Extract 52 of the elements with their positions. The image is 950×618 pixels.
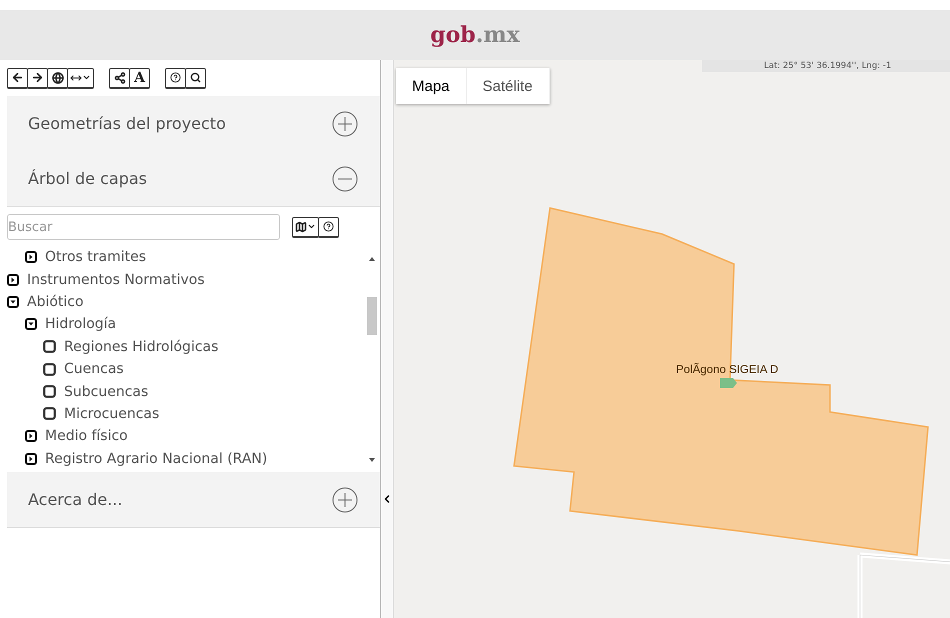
layer-tree-item[interactable]: Abiótico xyxy=(27,294,84,310)
panel-title: Acerca de... xyxy=(28,490,122,509)
expand-icon[interactable] xyxy=(25,430,37,442)
expand-icon[interactable] xyxy=(25,452,37,465)
layer-tree-item[interactable]: Registro Agrario Nacional (RAN) xyxy=(45,450,268,467)
layer-tree-item[interactable]: Microcuencas xyxy=(64,406,160,422)
arrow-right-icon xyxy=(31,71,44,84)
layer-tree-item[interactable]: Cuencas xyxy=(64,361,124,378)
collapse-icon[interactable] xyxy=(25,318,37,330)
expand-icon[interactable] xyxy=(7,274,19,286)
checkbox[interactable] xyxy=(43,340,56,354)
layer-tree-item[interactable]: Otros tramites xyxy=(45,249,146,266)
layer-tree-item[interactable]: Medio físico xyxy=(45,428,128,444)
collapse-icon[interactable] xyxy=(7,296,19,308)
caret-icon xyxy=(82,73,91,82)
panel-title: Geometrías del proyecto xyxy=(28,114,226,133)
marker-icon[interactable] xyxy=(720,378,737,388)
globe-icon xyxy=(52,72,64,84)
logo: gob.mx xyxy=(430,22,520,48)
panel-title: Árbol de capas xyxy=(28,169,147,188)
map-type-tab[interactable]: Mapa xyxy=(396,68,467,104)
forward-button[interactable] xyxy=(27,68,48,88)
font-button[interactable]: A xyxy=(129,68,150,88)
coordinates-text: Lat: 25° 53' 36.1994'', Lng: -1 xyxy=(764,61,892,71)
checkbox[interactable] xyxy=(43,362,56,376)
back-button[interactable] xyxy=(7,68,28,88)
search-button[interactable] xyxy=(185,68,206,88)
accordion-header[interactable]: Árbol de capas xyxy=(7,151,380,207)
help-icon xyxy=(323,221,334,232)
accordion-header[interactable]: Geometrías del proyecto xyxy=(7,96,380,151)
layer-tree-item[interactable]: Regiones Hidrológicas xyxy=(64,338,218,355)
search-field[interactable]: Buscar xyxy=(7,214,280,240)
expand-icon[interactable] xyxy=(25,251,37,264)
layer-tree-item[interactable]: Subcuencas xyxy=(64,384,148,400)
help-button[interactable] xyxy=(165,68,186,88)
share-button[interactable] xyxy=(109,68,130,88)
layer-tree-item[interactable]: Instrumentos Normativos xyxy=(27,272,205,288)
map-type-tab[interactable]: Satélite xyxy=(466,68,550,104)
accordion-header[interactable]: Acerca de... xyxy=(7,472,380,528)
checkbox[interactable] xyxy=(43,385,56,398)
help-icon xyxy=(170,72,181,83)
measure-dropdown[interactable] xyxy=(67,68,94,88)
arrow-left-icon xyxy=(11,71,24,84)
search-icon xyxy=(190,72,201,83)
share-icon xyxy=(114,72,126,84)
layer-tree-item[interactable]: Hidrología xyxy=(45,316,116,332)
globe-button[interactable] xyxy=(47,68,68,88)
caret-icon xyxy=(307,222,316,231)
checkbox[interactable] xyxy=(43,407,56,420)
help-button[interactable] xyxy=(318,216,339,238)
map-icon xyxy=(295,220,307,232)
basemap-dropdown[interactable] xyxy=(292,216,319,238)
